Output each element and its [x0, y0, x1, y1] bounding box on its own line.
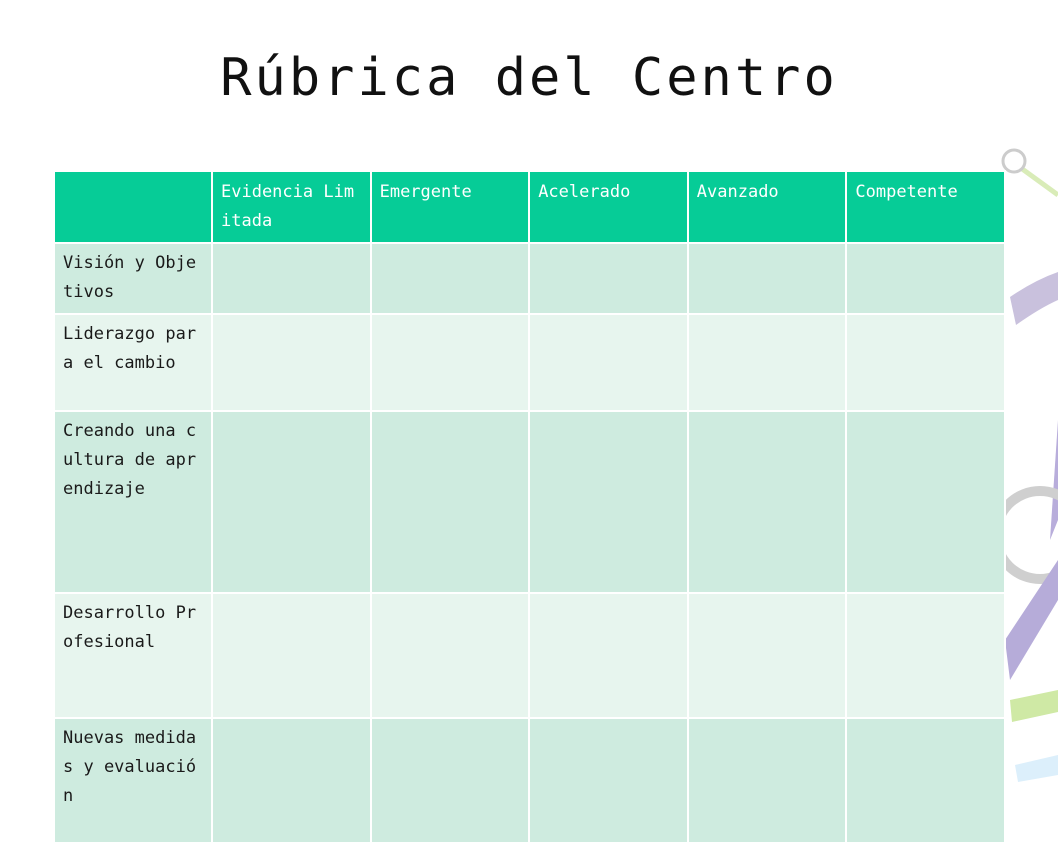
table-cell — [369, 313, 531, 412]
table-cell — [845, 313, 1006, 412]
table-row: Desarrollo Profesional — [53, 592, 1006, 719]
row-label: Nuevas medidas y evaluación — [53, 717, 213, 844]
table-cell — [528, 717, 689, 844]
table-cell — [528, 313, 689, 412]
table-cell — [369, 410, 531, 594]
table-cell — [211, 717, 372, 844]
header-cell-emergente: Emergente — [369, 170, 531, 244]
table-cell — [528, 592, 689, 719]
table-row: Creando una cultura de aprendizaje — [53, 410, 1006, 594]
table-cell — [211, 242, 372, 315]
table-cell — [211, 313, 372, 412]
table-cell — [528, 410, 689, 594]
table-cell — [211, 592, 372, 719]
header-cell-blank — [53, 170, 213, 244]
header-cell-evidencia-limitada: Evidencia Limitada — [211, 170, 372, 244]
header-cell-competente: Competente — [845, 170, 1006, 244]
table-cell — [686, 717, 848, 844]
row-label: Liderazgo para el cambio — [53, 313, 213, 412]
table-cell — [845, 410, 1006, 594]
table-cell — [369, 717, 531, 844]
header-cell-acelerado: Acelerado — [528, 170, 689, 244]
table-cell — [686, 313, 848, 412]
slide-title: Rúbrica del Centro — [220, 48, 838, 108]
rubric-table: Evidencia Limitada Emergente Acelerado A… — [53, 170, 1006, 844]
table-cell — [369, 242, 531, 315]
table-cell — [845, 242, 1006, 315]
table-cell — [686, 410, 848, 594]
table-row: Nuevas medidas y evaluación — [53, 717, 1006, 844]
table-cell — [686, 592, 848, 719]
row-label: Creando una cultura de aprendizaje — [53, 410, 213, 594]
row-label: Desarrollo Profesional — [53, 592, 213, 719]
table-cell — [211, 410, 372, 594]
header-cell-avanzado: Avanzado — [686, 170, 848, 244]
table-cell — [686, 242, 848, 315]
table-cell — [369, 592, 531, 719]
row-label: Visión y Objetivos — [53, 242, 213, 315]
table-row: Visión y Objetivos — [53, 242, 1006, 315]
table-cell — [845, 717, 1006, 844]
table-cell — [845, 592, 1006, 719]
table-header-row: Evidencia Limitada Emergente Acelerado A… — [53, 170, 1006, 244]
table-cell — [528, 242, 689, 315]
table-row: Liderazgo para el cambio — [53, 313, 1006, 412]
